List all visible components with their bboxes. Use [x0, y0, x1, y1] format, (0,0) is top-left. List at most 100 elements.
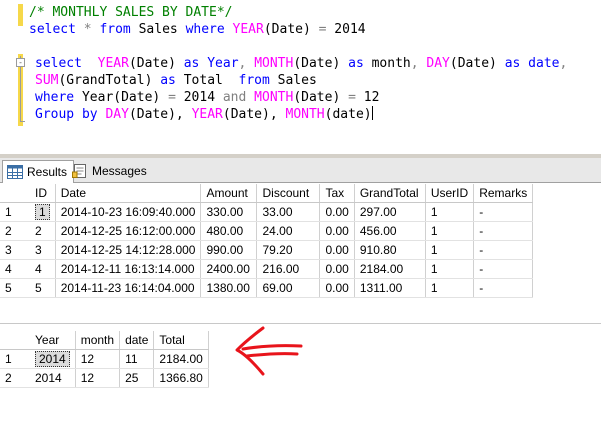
cell-amount[interactable]: 990.00 — [200, 240, 258, 260]
column-header-total[interactable]: Total — [153, 331, 209, 350]
column-header-year[interactable]: Year — [30, 331, 76, 350]
code-token: as — [504, 56, 521, 71]
cell-value: 2 — [5, 371, 12, 385]
cell-amount[interactable]: 480.00 — [200, 221, 258, 241]
tab-messages[interactable]: Messages — [68, 160, 153, 181]
tab-results[interactable]: Results — [2, 160, 75, 183]
code-token: and — [222, 90, 247, 105]
cell-date[interactable]: 2014-12-25 14:12:28.000 — [55, 240, 202, 260]
table-row[interactable]: 1 1 2014-10-23 16:09:40.000 330.00 33.00 0.00… — [0, 202, 534, 222]
column-header-amount[interactable]: Amount — [200, 184, 258, 203]
row-number[interactable]: 2 — [0, 368, 30, 388]
row-number[interactable]: 1 — [0, 202, 30, 222]
row-header-corner[interactable] — [0, 331, 30, 350]
table-row[interactable]: 3 3 2014-12-25 14:12:28.000 990.00 79.20 0.00… — [0, 240, 534, 260]
cell-tax[interactable]: 0.00 — [319, 202, 355, 222]
cell-date[interactable]: 11 — [119, 349, 155, 369]
cell-userid[interactable]: 1 — [425, 221, 475, 241]
table-row[interactable]: 1 2014 12 11 2184.00 — [0, 349, 209, 369]
column-header-date[interactable]: Date — [55, 184, 202, 203]
grid-header-row: Year month date Total — [0, 331, 209, 350]
code-token: month — [363, 56, 411, 71]
collapse-icon[interactable]: - — [16, 58, 25, 67]
cell-grandtotal[interactable]: 297.00 — [354, 202, 426, 222]
cell-value: 3 — [35, 243, 42, 257]
column-header-id[interactable]: ID — [30, 184, 56, 203]
cell-id[interactable]: 1 — [30, 202, 56, 222]
table-row[interactable]: 2 2 2014-12-25 16:12:00.000 480.00 24.00 0.00… — [0, 221, 534, 241]
column-header-month[interactable]: month — [75, 331, 121, 350]
cell-remarks[interactable]: - — [473, 202, 534, 222]
code-token: 2014 — [326, 22, 366, 37]
row-number[interactable]: 1 — [0, 349, 30, 369]
row-number[interactable]: 2 — [0, 221, 30, 241]
table-row[interactable]: 2 2014 12 25 1366.80 — [0, 368, 209, 388]
cell-total[interactable]: 1366.80 — [153, 368, 209, 388]
cell-date[interactable]: 2014-11-23 16:14:04.000 — [55, 278, 202, 298]
cell-grandtotal[interactable]: 910.80 — [354, 240, 426, 260]
cell-date[interactable]: 2014-10-23 16:09:40.000 — [55, 202, 202, 222]
cell-amount[interactable]: 1380.00 — [200, 278, 258, 298]
cell-amount[interactable]: 330.00 — [200, 202, 258, 222]
cell-tax[interactable]: 0.00 — [319, 278, 355, 298]
code-token: = — [348, 90, 356, 105]
column-header-grandtotal[interactable]: GrandTotal — [354, 184, 426, 203]
cell-value: 0.00 — [325, 224, 349, 238]
cell-month[interactable]: 12 — [75, 368, 121, 388]
cell-year[interactable]: 2014 — [30, 349, 76, 369]
cell-value: 1380.00 — [206, 281, 250, 295]
cell-remarks[interactable]: - — [473, 278, 534, 298]
cell-date[interactable]: 2014-12-11 16:13:14.000 — [55, 259, 202, 279]
cell-id[interactable]: 3 — [30, 240, 56, 260]
column-header-discount[interactable]: Discount — [256, 184, 321, 203]
cell-date[interactable]: 25 — [119, 368, 155, 388]
code-token: * — [83, 22, 92, 37]
cell-grandtotal[interactable]: 1311.00 — [354, 278, 426, 298]
cell-userid[interactable]: 1 — [425, 240, 475, 260]
cell-remarks[interactable]: - — [473, 221, 534, 241]
cell-grandtotal[interactable]: 2184.00 — [354, 259, 426, 279]
cell-tax[interactable]: 0.00 — [319, 240, 355, 260]
cell-userid[interactable]: 1 — [425, 202, 475, 222]
cell-id[interactable]: 4 — [30, 259, 56, 279]
column-header-userid[interactable]: UserID — [425, 184, 475, 203]
code-token: (GrandTotal) — [58, 73, 161, 88]
row-number[interactable]: 5 — [0, 278, 30, 298]
cell-year[interactable]: 2014 — [30, 368, 76, 388]
cell-discount[interactable]: 216.00 — [256, 259, 321, 279]
cell-discount[interactable]: 79.20 — [256, 240, 321, 260]
column-header-remarks[interactable]: Remarks — [473, 184, 534, 203]
cell-value: 1 — [5, 352, 12, 366]
row-number[interactable]: 3 — [0, 240, 30, 260]
cell-grandtotal[interactable]: 456.00 — [354, 221, 426, 241]
query-editor[interactable]: - /* MONTHLY SALES BY DATE*/ select * fr… — [0, 0, 601, 154]
cell-discount[interactable]: 33.00 — [256, 202, 321, 222]
column-header-date[interactable]: date — [119, 331, 155, 350]
cell-remarks[interactable]: - — [473, 240, 534, 260]
cell-discount[interactable]: 69.00 — [256, 278, 321, 298]
cell-tax[interactable]: 0.00 — [319, 221, 355, 241]
cell-discount[interactable]: 24.00 — [256, 221, 321, 241]
cell-month[interactable]: 12 — [75, 349, 121, 369]
row-header-corner[interactable] — [0, 184, 30, 203]
table-row[interactable]: 4 4 2014-12-11 16:13:14.000 2400.00 216.00 0.… — [0, 259, 534, 279]
cell-userid[interactable]: 1 — [425, 278, 475, 298]
code-token: YEAR — [232, 22, 264, 37]
cell-tax[interactable]: 0.00 — [319, 259, 355, 279]
cell-total[interactable]: 2184.00 — [153, 349, 209, 369]
row-number[interactable]: 4 — [0, 259, 30, 279]
cell-remarks[interactable]: - — [473, 259, 534, 279]
cell-date[interactable]: 2014-12-25 16:12:00.000 — [55, 221, 202, 241]
cell-id[interactable]: 5 — [30, 278, 56, 298]
cell-amount[interactable]: 2400.00 — [200, 259, 258, 279]
code-token: Total — [175, 73, 239, 88]
cell-value: - — [479, 243, 484, 257]
table-row[interactable]: 5 5 2014-11-23 16:14:04.000 1380.00 69.00 0.0… — [0, 278, 534, 298]
cell-id[interactable]: 2 — [30, 221, 56, 241]
cell-value: - — [479, 281, 484, 295]
cell-value: 1311.00 — [359, 281, 403, 295]
cell-userid[interactable]: 1 — [425, 259, 475, 279]
column-header-tax[interactable]: Tax — [319, 184, 355, 203]
